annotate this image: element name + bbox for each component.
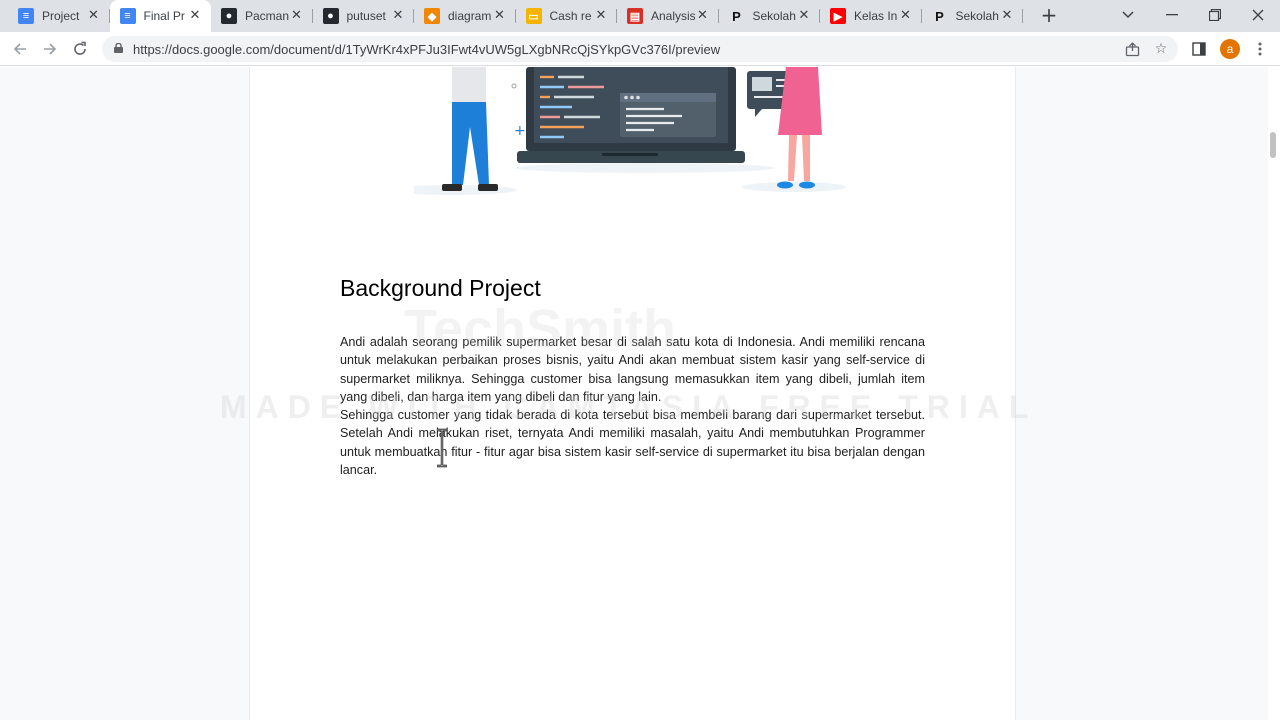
close-tab-icon[interactable]: ✕: [796, 8, 812, 24]
body-paragraph: Andi adalah seorang pemilik supermarket …: [340, 335, 925, 404]
drawio-icon: ◆: [424, 8, 440, 24]
profile-avatar[interactable]: a: [1220, 39, 1240, 59]
github-icon: ●: [221, 8, 237, 24]
scrollbar-thumb[interactable]: [1270, 132, 1276, 158]
close-window-button[interactable]: [1236, 0, 1280, 30]
minimize-button[interactable]: [1150, 0, 1194, 30]
tab-label: Analysis: [651, 9, 695, 23]
reload-button[interactable]: [68, 37, 92, 61]
close-tab-icon[interactable]: ✕: [593, 8, 609, 24]
tab-label: Project: [42, 9, 80, 23]
analysis-icon: ▤: [627, 8, 643, 24]
tab[interactable]: P Sekolah ✕: [719, 0, 820, 32]
p-icon: P: [935, 8, 944, 24]
google-docs-icon: ≡: [18, 8, 34, 24]
tab[interactable]: P Sekolah ✕: [922, 0, 1023, 32]
tab[interactable]: ◆ diagram ✕: [414, 0, 516, 32]
tab-label: Pacman: [245, 9, 289, 23]
document-heading: Background Project: [340, 275, 541, 301]
restore-button[interactable]: [1193, 0, 1237, 30]
google-docs-icon: ≡: [119, 8, 136, 24]
tab[interactable]: ▤ Analysis ✕: [617, 0, 719, 32]
tab[interactable]: ≡ Final Pr ✕: [109, 0, 211, 32]
svg-text:+: +: [514, 123, 526, 139]
developer-illustration: +: [414, 67, 846, 195]
scrollbar[interactable]: [1268, 67, 1280, 720]
document-viewport[interactable]: + Background Project Andi adalah seorang…: [0, 67, 1280, 720]
tab-label: Sekolah: [955, 9, 999, 23]
side-panel-icon[interactable]: [1187, 37, 1211, 61]
body-paragraph: Sehingga customer yang tidak berada di k…: [340, 408, 925, 478]
close-tab-icon[interactable]: ✕: [86, 8, 102, 24]
tab[interactable]: ● Pacman ✕: [211, 0, 313, 32]
forward-button[interactable]: [38, 37, 62, 61]
menu-kebab-icon[interactable]: [1248, 37, 1272, 61]
browser-toolbar: https://docs.google.com/document/d/1TyWr…: [0, 32, 1280, 66]
tab-search-chevron-icon[interactable]: [1106, 0, 1150, 30]
tab-label: Cash re: [549, 9, 592, 23]
close-tab-icon[interactable]: ✕: [187, 8, 203, 24]
tab-label: diagram: [448, 9, 492, 23]
new-tab-button[interactable]: +: [1038, 4, 1060, 26]
tab[interactable]: ▭ Cash re ✕: [516, 0, 617, 32]
close-tab-icon[interactable]: ✕: [695, 8, 711, 24]
address-bar[interactable]: https://docs.google.com/document/d/1TyWr…: [102, 36, 1178, 62]
github-icon: ●: [322, 8, 339, 24]
bookmark-star-icon[interactable]: ☆: [1152, 40, 1170, 58]
tab-label: putuset: [346, 9, 386, 23]
text-cursor-icon: [437, 428, 447, 468]
close-tab-icon[interactable]: ✕: [492, 8, 508, 24]
close-tab-icon[interactable]: ✕: [289, 8, 305, 24]
tab[interactable]: ▶ Kelas In ✕: [820, 0, 922, 32]
slides-icon: ▭: [525, 8, 542, 24]
close-tab-icon[interactable]: ✕: [898, 8, 914, 24]
url-text: https://docs.google.com/document/d/1TyWr…: [133, 42, 721, 57]
tab[interactable]: ● putuset ✕: [313, 0, 414, 32]
back-button[interactable]: [8, 37, 32, 61]
close-tab-icon[interactable]: ✕: [999, 8, 1015, 24]
tab-separator: [1022, 9, 1023, 23]
close-tab-icon[interactable]: ✕: [390, 8, 406, 24]
tab-label: Sekolah: [752, 9, 796, 23]
lock-icon: [114, 43, 123, 53]
tab-label: Kelas In: [854, 9, 898, 23]
tab-strip: ≡ Project ✕ ≡ Final Pr ✕ ● Pacman ✕ ● putuset ✕ ◆ dia…: [0, 0, 1280, 32]
tab-label: Final Pr: [143, 9, 185, 23]
youtube-icon: ▶: [830, 8, 846, 24]
tab[interactable]: ≡ Project ✕: [8, 0, 110, 32]
document-body: Andi adalah seorang pemilik supermarket …: [340, 333, 925, 479]
p-icon: P: [732, 8, 741, 24]
share-icon[interactable]: [1123, 40, 1141, 58]
